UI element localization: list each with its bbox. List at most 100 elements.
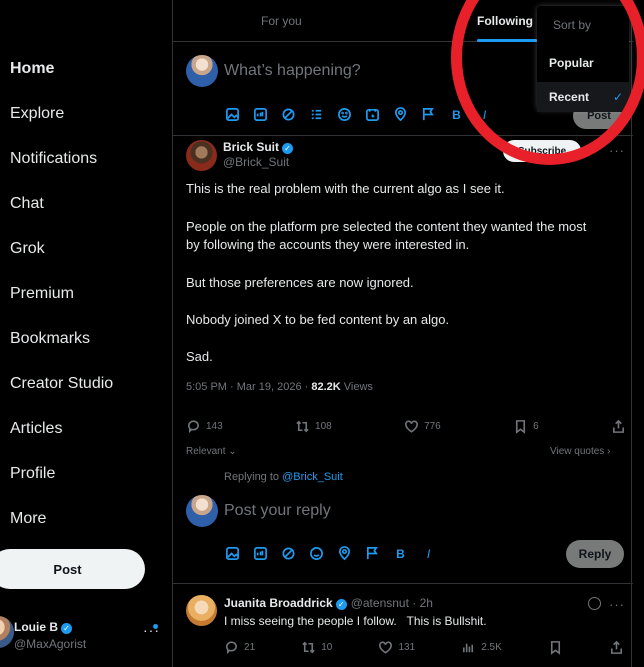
reply-tweet-actions: 21 10 131 2.5K [224, 640, 624, 655]
bookmark-icon [550, 641, 560, 655]
emoji-icon[interactable] [336, 106, 353, 123]
image-icon[interactable] [224, 106, 241, 123]
reply-tweet: Juanita Broaddrick ✓ @atensnut · 2h ··· I … [173, 585, 633, 667]
sidebar-item-profile[interactable]: Profile [10, 465, 55, 483]
reply-icon [226, 641, 237, 655]
italic-icon[interactable]: I [420, 545, 437, 562]
repost-icon [302, 641, 315, 654]
reply-icon [188, 420, 199, 434]
tab-for-you[interactable]: For you [261, 14, 302, 28]
like-action[interactable]: 131 [378, 640, 415, 655]
sidebar-item-articles[interactable]: Articles [10, 420, 62, 438]
bookmark-action[interactable]: 6 [513, 419, 539, 434]
like-action[interactable]: 776 [404, 419, 441, 434]
flag-icon[interactable] [420, 106, 437, 123]
replying-to-link[interactable]: @Brick_Suit [282, 471, 343, 483]
reply-button[interactable]: Reply [566, 540, 624, 568]
sidebar-item-more[interactable]: More [10, 510, 46, 528]
italic-icon[interactable]: I [476, 106, 493, 123]
flag-icon[interactable] [364, 545, 381, 562]
tweet-text-line: But those preferences are now ignored. [186, 275, 414, 290]
bookmark-action[interactable] [548, 640, 563, 655]
like-count: 776 [424, 421, 441, 432]
chevron-down-icon: ⌄ [225, 446, 237, 457]
tweet-timestamp[interactable]: 5:05 PM · Mar 19, 2026 · [186, 381, 311, 393]
replying-to: Replying to @Brick_Suit [224, 471, 343, 483]
account-handle: @MaxAgorist [14, 637, 87, 651]
sort-dropdown-menu: Sort by Popular Recent ✓ [537, 6, 629, 112]
views-icon [463, 643, 474, 653]
reply-author-handle: @atensnut · 2h [350, 596, 433, 610]
sidebar-item-premium[interactable]: Premium [10, 285, 74, 303]
location-icon[interactable] [336, 545, 353, 562]
more-icon[interactable]: ··· [609, 143, 625, 158]
sidebar-item-home[interactable]: Home [10, 60, 54, 78]
repost-action[interactable]: 10 [301, 640, 332, 655]
gif-icon[interactable] [252, 106, 269, 123]
gif-icon[interactable] [252, 545, 269, 562]
image-icon[interactable] [224, 545, 241, 562]
share-action[interactable] [611, 419, 626, 434]
verified-badge-icon: ✓ [61, 623, 72, 634]
repost-count: 108 [315, 421, 332, 432]
share-icon [613, 419, 624, 433]
post-button[interactable]: Post [0, 549, 145, 589]
grok-icon[interactable] [280, 106, 297, 123]
sort-option-recent[interactable]: Recent ✓ [537, 82, 629, 112]
sidebar-item-creator-studio[interactable]: Creator Studio [10, 375, 113, 393]
reply-input[interactable]: Post your reply [224, 502, 331, 520]
tab-active-indicator [477, 39, 537, 42]
views-action[interactable]: 2.5K [461, 640, 502, 655]
reply-author[interactable]: Juanita Broaddrick ✓ @atensnut · 2h [224, 596, 433, 610]
tweet-text-line: This is the real problem with the curren… [186, 181, 505, 196]
tweet-actions: 143 108 776 6 [186, 419, 626, 434]
compose-input[interactable]: What’s happening? [224, 62, 361, 80]
avatar [0, 616, 14, 648]
tweet-text-line: by following the accounts they were inte… [186, 237, 470, 252]
bold-icon[interactable]: B [392, 545, 409, 562]
sidebar-item-grok[interactable]: Grok [10, 240, 45, 258]
sidebar-item-notifications[interactable]: Notifications [10, 150, 97, 168]
avatar [186, 595, 217, 626]
emoji-icon[interactable] [308, 545, 325, 562]
sort-replies-dropdown[interactable]: Relevant ⌄ [186, 446, 237, 457]
notification-dot [153, 624, 158, 629]
reply-action[interactable]: 143 [186, 419, 223, 434]
reply-action[interactable]: 21 [224, 640, 255, 655]
grok-icon[interactable] [588, 597, 601, 610]
sidebar-item-bookmarks[interactable]: Bookmarks [10, 330, 90, 348]
checkmark-icon: ✓ [612, 90, 623, 104]
views-count: 2.5K [481, 642, 502, 653]
tab-following[interactable]: Following [477, 14, 533, 28]
subscribe-button[interactable]: Subscribe [503, 140, 581, 162]
sidebar-item-explore[interactable]: Explore [10, 105, 64, 123]
sort-option-popular[interactable]: Popular [537, 48, 629, 78]
poll-icon[interactable] [308, 106, 325, 123]
bold-icon[interactable]: B [448, 106, 465, 123]
reply-count: 21 [244, 642, 256, 653]
more-icon[interactable]: ··· [609, 597, 625, 612]
tweet-author-name[interactable]: Brick Suit ✓ [223, 140, 294, 154]
grok-icon[interactable] [280, 545, 297, 562]
reply-text: I miss seeing the people I follow. This … [224, 614, 487, 628]
location-icon[interactable] [392, 106, 409, 123]
verified-badge-icon: ✓ [282, 143, 294, 154]
avatar [186, 140, 217, 171]
bookmark-icon [516, 420, 526, 434]
share-action[interactable] [609, 640, 624, 655]
dropdown-title: Sort by [553, 18, 592, 32]
sidebar: Home Explore Notifications Chat Grok Pre… [0, 0, 172, 667]
tweet-author-handle[interactable]: @Brick_Suit [223, 155, 289, 169]
schedule-icon[interactable] [364, 106, 381, 123]
views-count: 82.2K [311, 381, 341, 393]
avatar [186, 495, 218, 527]
views-label: Views [340, 381, 373, 393]
account-name: Louie B ✓ [14, 620, 72, 634]
view-quotes-link[interactable]: View quotes › [550, 446, 610, 457]
repost-count: 10 [321, 642, 333, 653]
heart-icon [379, 641, 393, 654]
avatar [186, 55, 218, 87]
sidebar-item-chat[interactable]: Chat [10, 195, 44, 213]
account-switcher[interactable]: Louie B ✓ @MaxAgorist ··· [0, 616, 165, 656]
repost-action[interactable]: 108 [295, 419, 332, 434]
